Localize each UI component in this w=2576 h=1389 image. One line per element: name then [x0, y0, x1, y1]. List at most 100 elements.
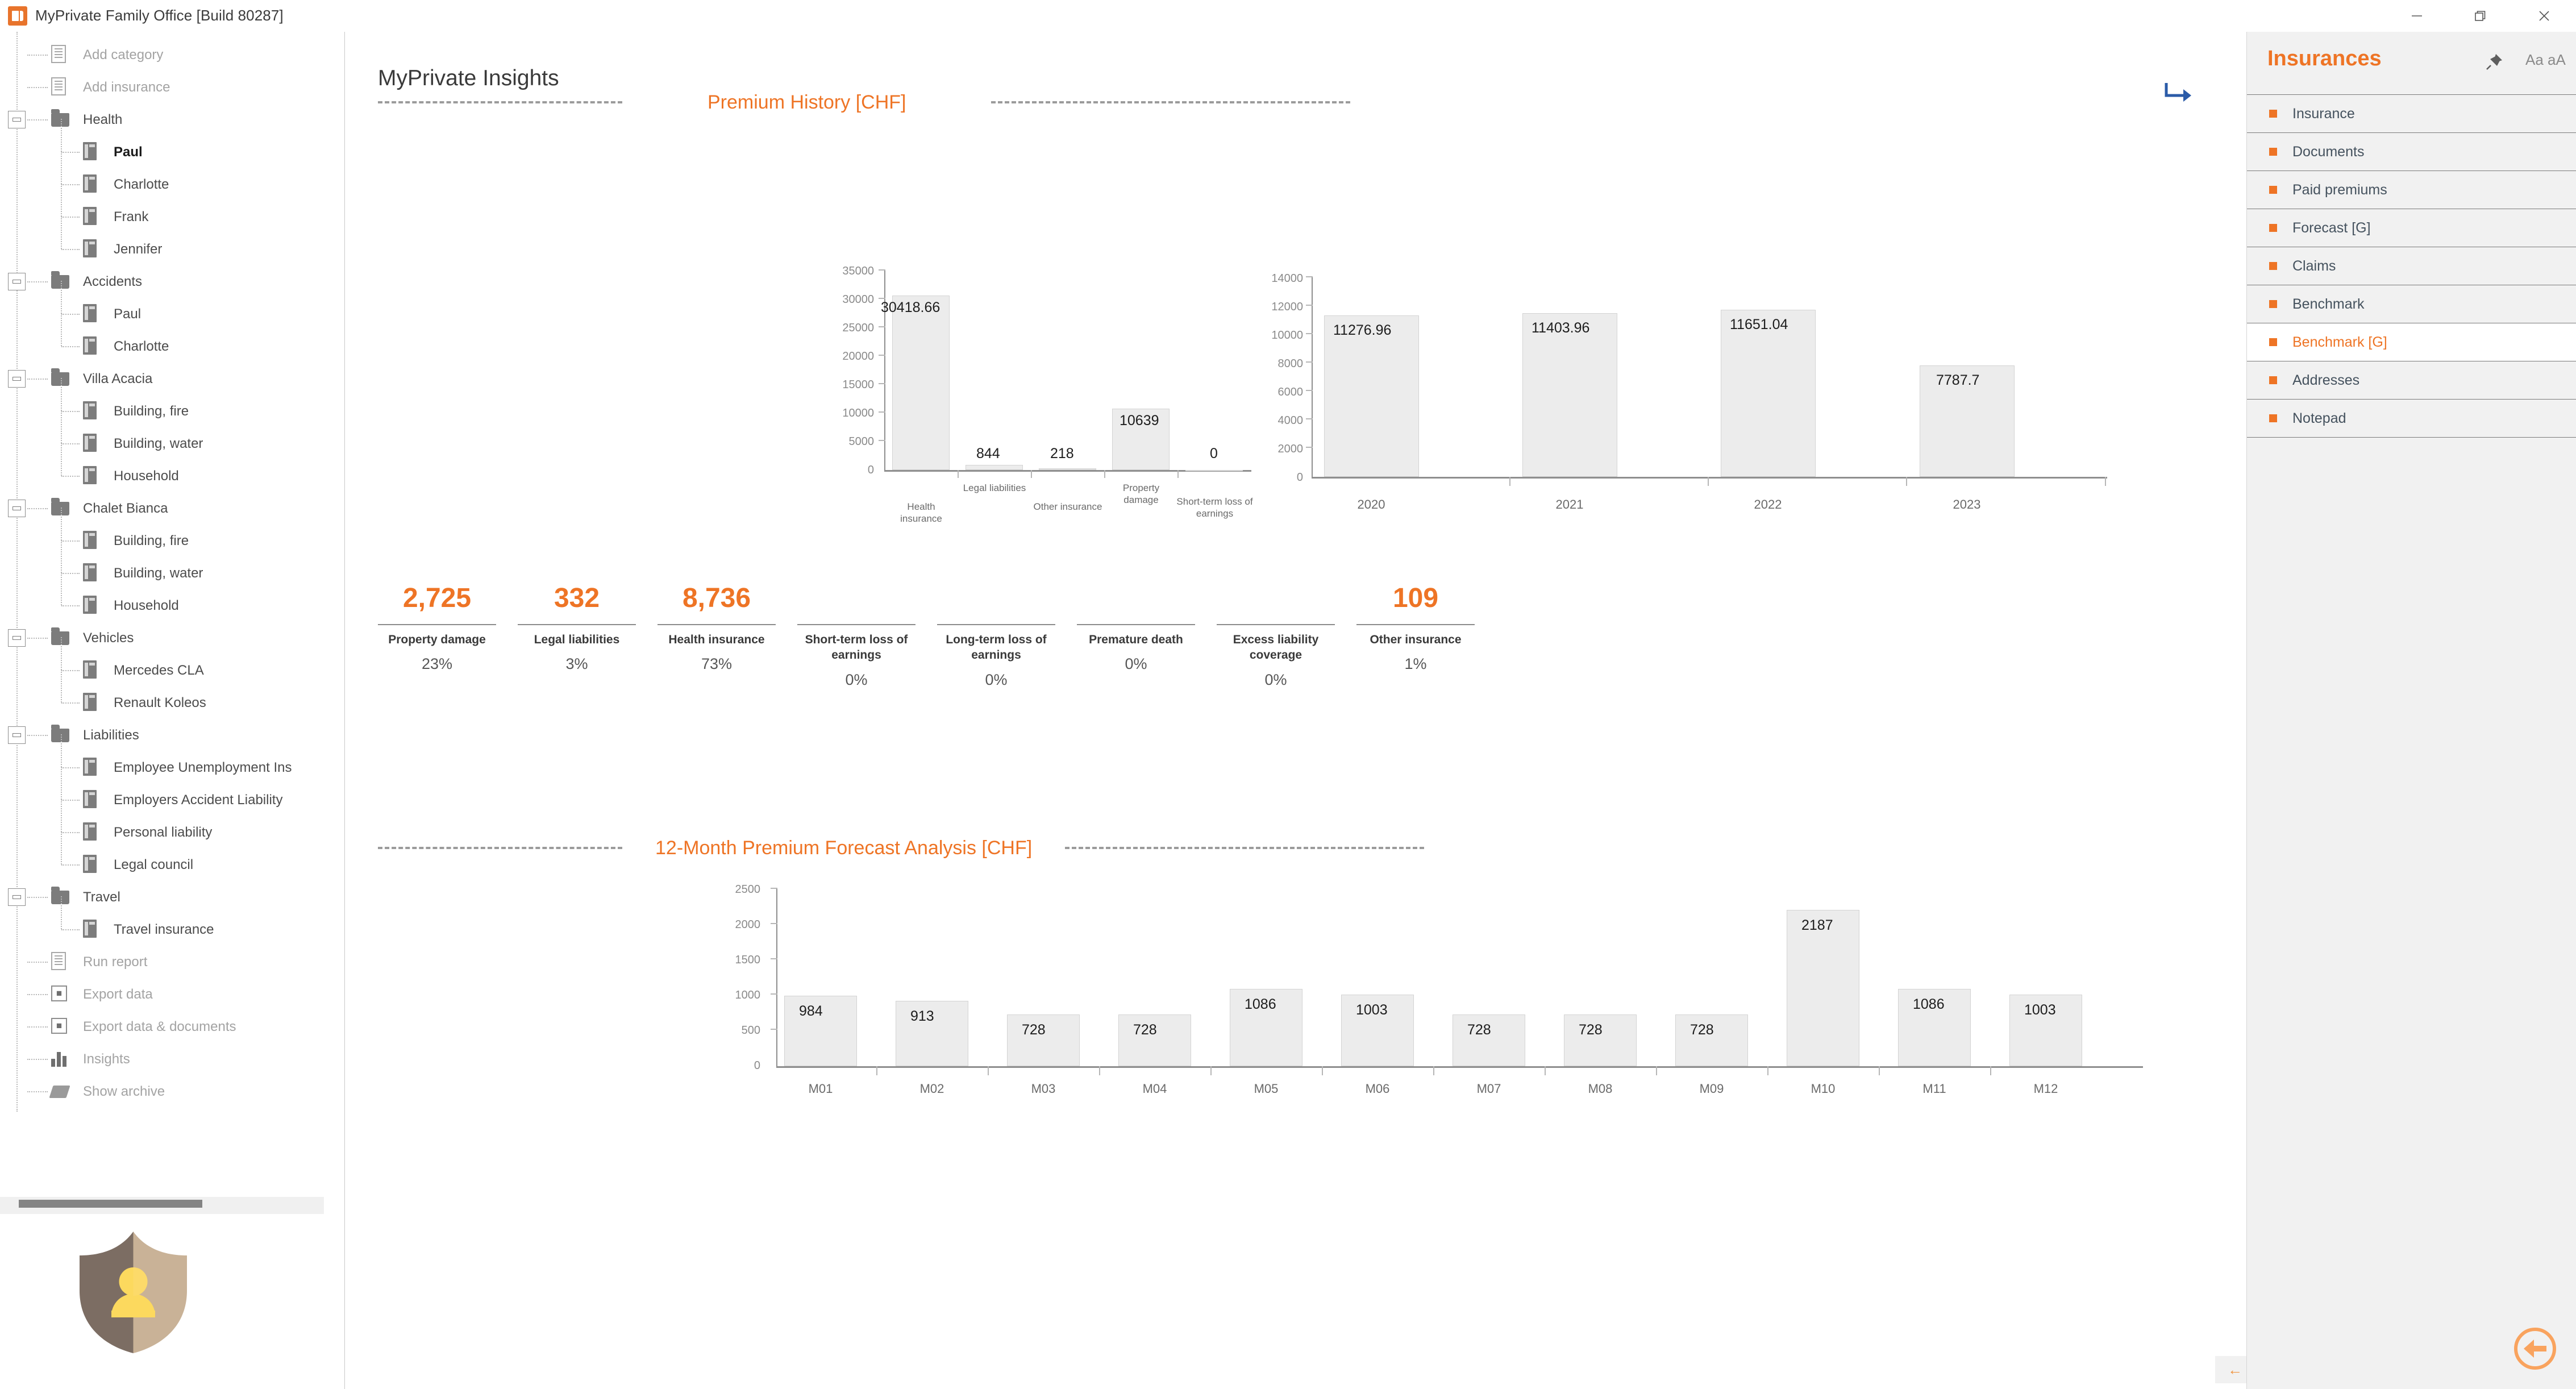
- sidebar-item-building-fire[interactable]: Building, fire: [0, 378, 341, 427]
- sidebar-item-label: Jennifer: [114, 241, 163, 257]
- sidebar-item-health[interactable]: Health: [0, 103, 341, 136]
- tree-connector: [27, 1026, 48, 1028]
- sidebar-item-legal-council[interactable]: Legal council: [0, 831, 341, 881]
- sidebar-item-label: Mercedes CLA: [114, 662, 204, 678]
- scrollbar-thumb[interactable]: [19, 1200, 202, 1208]
- right-panel-item-benchmark[interactable]: Benchmark: [2247, 285, 2576, 323]
- right-panel-item-benchmark-g[interactable]: Benchmark [G]: [2247, 323, 2576, 361]
- chart1-xtick: [1177, 470, 1179, 478]
- chart1-tick: [879, 269, 885, 271]
- chart3-bar-label: 1003: [1356, 1002, 1388, 1018]
- font-size-control[interactable]: Aa aA: [2525, 51, 2566, 69]
- sidebar-item-renault-koleos[interactable]: Renault Koleos: [0, 669, 341, 719]
- sidebar-item-paul[interactable]: Paul: [0, 119, 341, 168]
- sidebar-item-show-archive[interactable]: Show archive: [0, 1075, 341, 1108]
- sidebar-item-add-category[interactable]: Add category: [0, 39, 341, 71]
- right-panel-item-addresses[interactable]: Addresses: [2247, 361, 2576, 399]
- kpi-label: Premature death: [1089, 633, 1183, 646]
- tree-connector: [27, 735, 48, 736]
- sidebar-item-insights[interactable]: Insights: [0, 1043, 341, 1075]
- sidebar-item-mercedes-cla[interactable]: Mercedes CLA: [0, 637, 341, 687]
- report-icon: [51, 952, 72, 971]
- tree-expander-collapse[interactable]: [8, 888, 26, 906]
- kpi-card: Short-term loss of earnings 0%: [797, 577, 915, 689]
- sidebar-tree-panel[interactable]: Add category Add insurance Health Paul Charl…: [0, 32, 345, 1389]
- right-panel-item-label: Notepad: [2292, 410, 2346, 426]
- tree-expander-collapse[interactable]: [8, 370, 26, 388]
- back-arrow-circle-icon[interactable]: [2510, 1324, 2560, 1374]
- sidebar-item-paul[interactable]: Paul: [0, 281, 341, 330]
- right-panel-item-claims[interactable]: Claims: [2247, 247, 2576, 285]
- tree-expander-collapse[interactable]: [8, 111, 26, 128]
- sidebar-item-label: Frank: [114, 209, 149, 224]
- sidebar-item-label: Villa Acacia: [83, 371, 153, 386]
- chart1-ytick-0: 0: [867, 464, 874, 476]
- sidebar-item-run-report[interactable]: Run report: [0, 946, 341, 978]
- sidebar-item-liabilities[interactable]: Liabilities: [0, 719, 341, 751]
- tree-connector: [61, 605, 80, 606]
- sidebar-item-travel-insurance[interactable]: Travel insurance: [0, 896, 341, 946]
- chart2-tick: [1306, 361, 1313, 363]
- sidebar-item-frank[interactable]: Frank: [0, 184, 341, 233]
- tree-expander-collapse[interactable]: [8, 500, 26, 517]
- tree-expander-collapse[interactable]: [8, 273, 26, 290]
- bullet-square-icon: [2269, 110, 2277, 118]
- right-panel-item-paid-premiums[interactable]: Paid premiums: [2247, 170, 2576, 209]
- right-panel-item-insurance[interactable]: Insurance: [2247, 94, 2576, 132]
- tree-connector-vertical: [61, 896, 62, 929]
- sidebar-item-export-data[interactable]: ■ Export data: [0, 978, 341, 1010]
- sidebar-item-household[interactable]: Household: [0, 572, 341, 622]
- sidebar-item-employers-accident-liability[interactable]: Employers Accident Liability: [0, 767, 341, 816]
- right-panel-item-documents[interactable]: Documents: [2247, 132, 2576, 170]
- tree-connector-vertical: [61, 767, 62, 800]
- right-panel-menu[interactable]: Insurance Documents Paid premiums Forecast …: [2247, 94, 2576, 437]
- tree-expander-collapse[interactable]: [8, 726, 26, 744]
- tree-connector: [61, 249, 80, 250]
- sidebar-item-jennifer[interactable]: Jennifer: [0, 216, 341, 265]
- chart3-xlabel: M01: [808, 1082, 833, 1096]
- sidebar-item-label: Personal liability: [114, 824, 213, 840]
- right-panel-item-notepad[interactable]: Notepad: [2247, 399, 2576, 437]
- chart1-ytick-20000: 20000: [842, 350, 874, 363]
- sidebar-item-travel[interactable]: Travel: [0, 881, 341, 913]
- page-title: MyPrivate Insights: [378, 66, 559, 90]
- sidebar-horizontal-scrollbar[interactable]: [0, 1197, 324, 1214]
- minimize-button[interactable]: [2385, 0, 2449, 32]
- sidebar-item-building-water[interactable]: Building, water: [0, 410, 341, 460]
- chart3-xtick: [1099, 1066, 1100, 1075]
- kpi-label: Property damage: [388, 633, 486, 646]
- sidebar-item-charlotte[interactable]: Charlotte: [0, 313, 341, 363]
- kpi-label: Legal liabilities: [534, 633, 620, 646]
- tree-connector: [27, 87, 48, 88]
- brand-shield-logo: [75, 1229, 192, 1355]
- restore-button[interactable]: [2449, 0, 2512, 32]
- premium-forecast-chart: 0 500 1000 1500 2000 2500 984 M01 913 M02 72…: [346, 879, 2246, 1123]
- tree-connector-vertical: [61, 572, 62, 605]
- tree-connector-vertical: [61, 540, 62, 573]
- tree-expander-collapse[interactable]: [8, 629, 26, 647]
- pin-icon[interactable]: [2485, 51, 2505, 72]
- kpi-percentage: 23%: [421, 655, 453, 673]
- close-button[interactable]: [2512, 0, 2576, 32]
- sidebar-item-add-insurance[interactable]: Add insurance: [0, 71, 341, 103]
- tree-connector: [27, 962, 48, 963]
- kpi-divider: [937, 624, 1055, 625]
- sidebar-item-charlotte[interactable]: Charlotte: [0, 151, 341, 201]
- sidebar-item-employee-unemployment-ins[interactable]: Employee Unemployment Ins: [0, 734, 341, 784]
- tree-connector-vertical: [61, 313, 62, 346]
- sidebar-item-chalet-bianca[interactable]: Chalet Bianca: [0, 492, 341, 525]
- chart3-xtick: [1322, 1066, 1323, 1075]
- sidebar-item-accidents[interactable]: Accidents: [0, 265, 341, 298]
- sidebar-item-export-data-documents[interactable]: ■ Export data & documents: [0, 1010, 341, 1043]
- sidebar-tree[interactable]: Add category Add insurance Health Paul Charl…: [0, 32, 344, 1112]
- sidebar-item-personal-liability[interactable]: Personal liability: [0, 799, 341, 849]
- right-panel-item-forecast-g[interactable]: Forecast [G]: [2247, 209, 2576, 247]
- sidebar-item-building-water[interactable]: Building, water: [0, 540, 341, 589]
- right-panel-item-label: Benchmark [G]: [2292, 334, 2387, 350]
- sidebar-item-villa-acacia[interactable]: Villa Acacia: [0, 363, 341, 395]
- add-doc-icon: [51, 77, 72, 96]
- sidebar-item-building-fire[interactable]: Building, fire: [0, 508, 341, 557]
- sidebar-item-household[interactable]: Household: [0, 443, 341, 492]
- kpi-value: 109: [1392, 583, 1439, 613]
- sidebar-item-vehicles[interactable]: Vehicles: [0, 622, 341, 654]
